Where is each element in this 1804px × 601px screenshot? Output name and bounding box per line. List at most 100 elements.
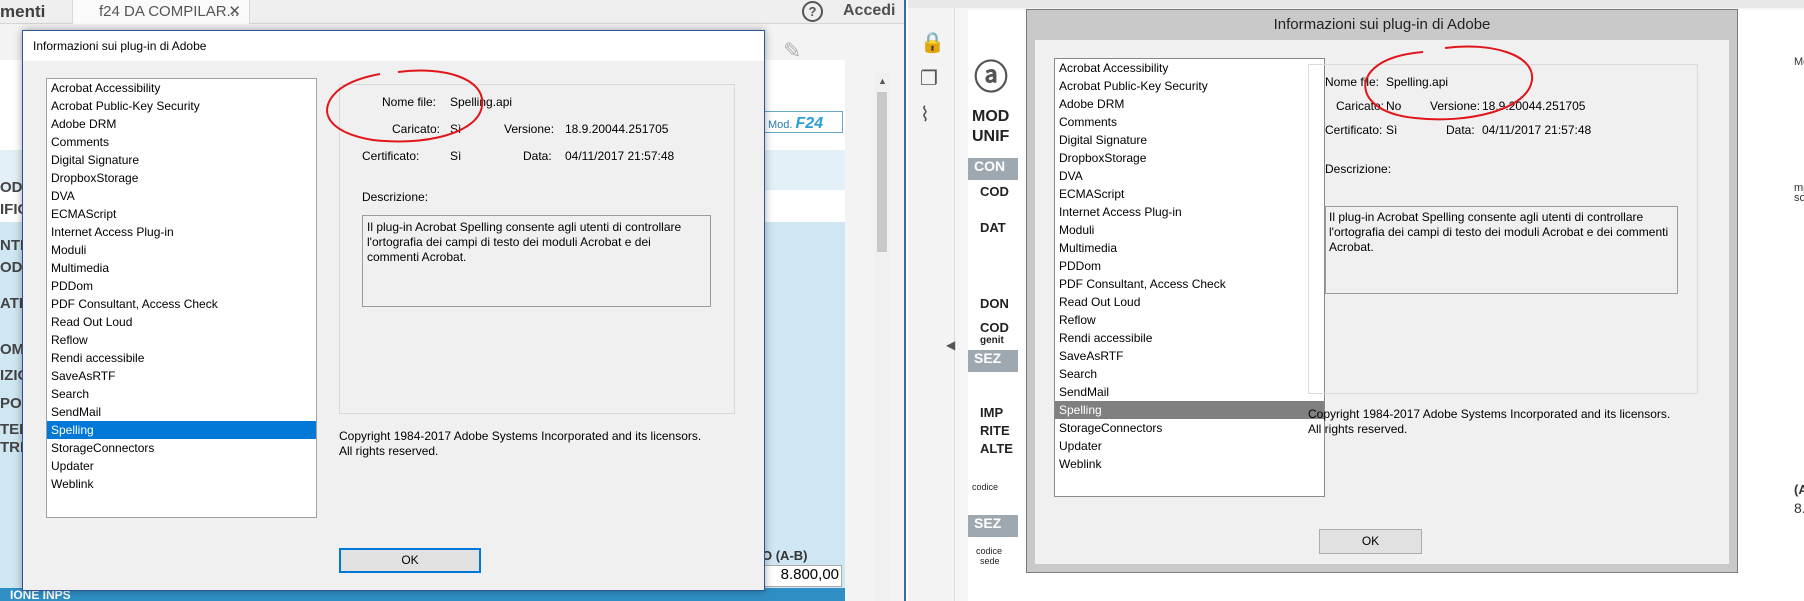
- plugin-list-item[interactable]: Rendi accessibile: [47, 349, 316, 367]
- plugin-list-item[interactable]: Comments: [47, 133, 316, 151]
- menu-label[interactable]: menti: [0, 2, 45, 22]
- date-label: Data:: [1446, 123, 1475, 137]
- plugin-list-item[interactable]: SendMail: [47, 403, 316, 421]
- help-icon[interactable]: ?: [802, 1, 823, 22]
- plugin-list-item[interactable]: Read Out Loud: [1055, 293, 1324, 311]
- plugin-list-item[interactable]: Adobe DRM: [47, 115, 316, 133]
- plugin-list-item[interactable]: SaveAsRTF: [1055, 347, 1324, 365]
- plugin-list-item[interactable]: SaveAsRTF: [47, 367, 316, 385]
- plugin-list-item[interactable]: DVA: [47, 187, 316, 205]
- plugin-list-item[interactable]: Comments: [1055, 113, 1324, 131]
- plugin-list-item[interactable]: Weblink: [1055, 455, 1324, 473]
- description-text: Il plug-in Acrobat Spelling consente agl…: [1325, 206, 1678, 294]
- plugin-list-item[interactable]: ECMAScript: [1055, 185, 1324, 203]
- plugin-list[interactable]: Acrobat Accessibility Acrobat Public-Key …: [1054, 58, 1325, 497]
- left-screenshot: menti f24 DA COMPILAR... ✕ ? Accedi ✎ OD…: [0, 0, 906, 601]
- plugin-list-item[interactable]: PDDom: [1055, 257, 1324, 275]
- plugin-list-item[interactable]: DVA: [1055, 167, 1324, 185]
- lock-icon[interactable]: 🔒: [920, 30, 945, 55]
- plugin-list-item[interactable]: Internet Access Plug-in: [47, 223, 316, 241]
- fragment: ALTE: [980, 441, 1013, 456]
- amount-field[interactable]: 8.800,00: [760, 565, 842, 587]
- loaded-label: Caricato:: [1336, 99, 1385, 113]
- loaded-value: No: [1386, 99, 1402, 113]
- version-label: Versione:: [1430, 99, 1481, 113]
- plugin-list-item[interactable]: DropboxStorage: [47, 169, 316, 187]
- plugin-list-item[interactable]: Acrobat Accessibility: [47, 79, 316, 97]
- certified-value: Sì: [450, 149, 462, 163]
- plugin-list-item[interactable]: StorageConnectors: [47, 439, 316, 457]
- plugin-list-item[interactable]: Updater: [47, 457, 316, 475]
- attachment-icon[interactable]: ⌇: [920, 102, 930, 127]
- close-icon[interactable]: ✕: [228, 2, 241, 20]
- vertical-scrollbar[interactable]: ▲: [874, 72, 890, 601]
- document-tab[interactable]: f24 DA COMPILAR... ✕: [72, 0, 250, 24]
- plugin-list-item[interactable]: Moduli: [47, 241, 316, 259]
- plugin-list-item[interactable]: Multimedia: [47, 259, 316, 277]
- plugin-list-item[interactable]: PDDom: [47, 277, 316, 295]
- plugin-list-item[interactable]: Updater: [1055, 437, 1324, 455]
- scrollbar-thumb[interactable]: [877, 92, 887, 252]
- fragment: COD: [980, 320, 1009, 335]
- plugin-list-item[interactable]: Rendi accessibile: [1055, 329, 1324, 347]
- copyright-text: Copyright 1984-2017 Adobe Systems Incorp…: [1308, 407, 1708, 437]
- plugin-list-item[interactable]: Search: [47, 385, 316, 403]
- date-label: Data:: [523, 149, 552, 163]
- description-label: Descrizione:: [1325, 162, 1392, 176]
- rights-line: All rights reserved.: [1308, 422, 1408, 436]
- copyright-line: Copyright 1984-2017 Adobe Systems Incorp…: [339, 429, 702, 443]
- model-label: Mod.: [768, 119, 793, 131]
- plugin-list-item[interactable]: Multimedia: [1055, 239, 1324, 257]
- fragment: 8.80: [1794, 500, 1804, 516]
- document-tab-title: f24 DA COMPILAR...: [99, 3, 240, 20]
- plugin-list-item[interactable]: Search: [1055, 365, 1324, 383]
- ok-button[interactable]: OK: [1319, 529, 1422, 554]
- description-text: Il plug-in Acrobat Spelling consente agl…: [362, 215, 711, 307]
- plugin-list-item[interactable]: Adobe DRM: [1055, 95, 1324, 113]
- plugin-list-item[interactable]: PDF Consultant, Access Check: [1055, 275, 1324, 293]
- plugin-list-item[interactable]: Acrobat Public-Key Security: [1055, 77, 1324, 95]
- date-value: 04/11/2017 21:57:48: [565, 149, 675, 163]
- plugin-list-item[interactable]: Reflow: [1055, 311, 1324, 329]
- plugin-list-item[interactable]: Read Out Loud: [47, 313, 316, 331]
- fragment: sede: [980, 556, 1000, 566]
- pages-icon[interactable]: ❐: [920, 66, 938, 91]
- plugin-list-item[interactable]: SendMail: [1055, 383, 1324, 401]
- plugin-list-item[interactable]: DropboxStorage: [1055, 149, 1324, 167]
- fragment: CON: [968, 158, 1018, 180]
- plugin-list-item[interactable]: Moduli: [1055, 221, 1324, 239]
- plugin-list[interactable]: Acrobat Accessibility Acrobat Public-Key …: [46, 78, 317, 518]
- rights-line: All rights reserved.: [339, 444, 439, 458]
- scroll-up-icon[interactable]: ▲: [878, 76, 887, 86]
- model-code: F24: [795, 115, 824, 132]
- fragment: genit: [980, 335, 1004, 346]
- fragment: SEZ: [968, 350, 1018, 372]
- plugin-list-item[interactable]: Spelling: [1055, 401, 1324, 419]
- plugin-details-panel: Nome file: Spelling.api Caricato: No Ver…: [1308, 64, 1698, 394]
- collapse-arrow-icon[interactable]: ◀: [946, 338, 955, 352]
- dialog-body: Acrobat Accessibility Acrobat Public-Key …: [1035, 40, 1729, 564]
- plugin-list-item[interactable]: Reflow: [47, 331, 316, 349]
- plugin-list-item[interactable]: Internet Access Plug-in: [1055, 203, 1324, 221]
- date-value: 04/11/2017 21:57:48: [1482, 123, 1592, 137]
- plugin-list-item[interactable]: Digital Signature: [1055, 131, 1324, 149]
- plugin-list-item[interactable]: StorageConnectors: [1055, 419, 1324, 437]
- loaded-label: Caricato:: [392, 122, 441, 136]
- plugin-list-item[interactable]: Weblink: [47, 475, 316, 493]
- version-label: Versione:: [504, 122, 555, 136]
- fragment: RITE: [980, 423, 1010, 438]
- file-name-value: Spelling.api: [1386, 75, 1449, 89]
- sign-in-link[interactable]: Accedi: [843, 2, 895, 20]
- window-divider: [904, 0, 906, 601]
- plugin-list-item[interactable]: Acrobat Public-Key Security: [47, 97, 316, 115]
- fragment: codice: [976, 546, 1003, 556]
- plugin-list-item[interactable]: PDF Consultant, Access Check: [47, 295, 316, 313]
- fragment: SEZ: [968, 515, 1018, 537]
- ok-button[interactable]: OK: [339, 548, 481, 573]
- plugin-list-item[interactable]: Acrobat Accessibility: [1055, 59, 1324, 77]
- plugin-list-item[interactable]: Spelling: [47, 421, 316, 439]
- plugin-list-item[interactable]: ECMAScript: [47, 205, 316, 223]
- fragment: IMP: [980, 405, 1004, 420]
- plugin-list-item[interactable]: Digital Signature: [47, 151, 316, 169]
- fragment: UNIF: [972, 128, 1010, 145]
